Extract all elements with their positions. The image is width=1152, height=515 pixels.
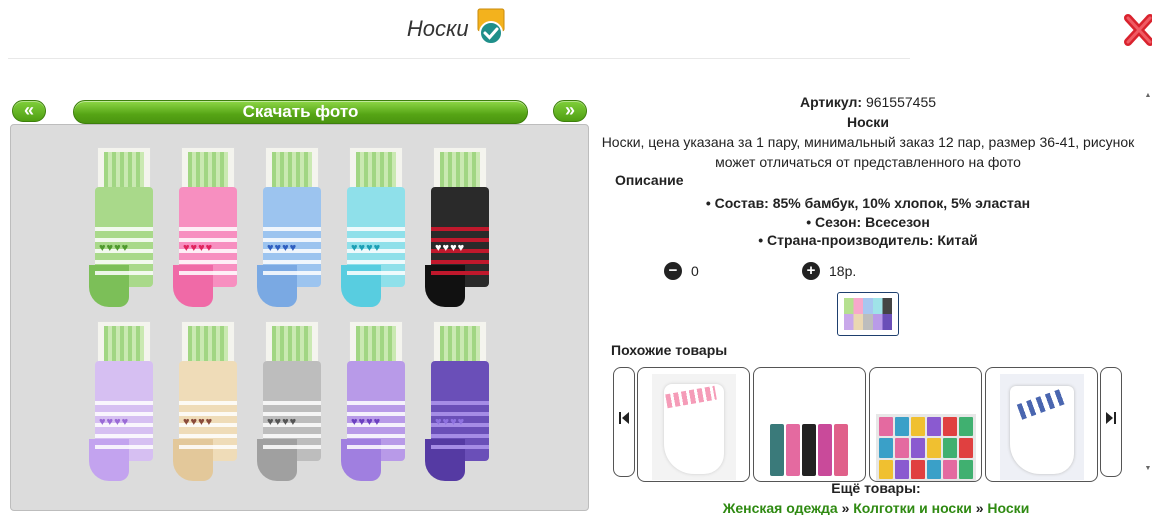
product-thumbnail: [876, 414, 976, 481]
similar-product-card[interactable]: [637, 367, 750, 482]
similar-product-card[interactable]: [869, 367, 982, 482]
sock-image: ♥♥♥♥: [173, 321, 243, 481]
breadcrumb-separator: »: [975, 500, 984, 515]
breadcrumb-link-womens-clothing[interactable]: Женская одежда: [723, 500, 838, 515]
page-title: Носки: [406, 16, 469, 41]
step-label: 18р.: [829, 263, 857, 279]
properties-list: • Состав: 85% бамбук, 10% хлопок, 5% эла…: [592, 194, 1144, 250]
verified-badge-icon: [477, 8, 505, 46]
title-divider: [8, 58, 910, 59]
product-thumbnail: [1000, 374, 1084, 480]
similar-product-card[interactable]: [985, 367, 1098, 482]
prev-photo-button[interactable]: «: [12, 100, 46, 122]
article-row: Артикул: 961557455: [592, 92, 1144, 112]
skip-forward-icon: [1106, 412, 1116, 427]
product-name: Носки: [847, 114, 889, 130]
scroll-up-icon[interactable]: ▲: [1144, 92, 1152, 100]
property-item: • Состав: 85% бамбук, 10% хлопок, 5% эла…: [705, 195, 1031, 211]
article-label: Артикул:: [799, 94, 863, 110]
sock-image: ♥♥♥♥: [89, 321, 159, 481]
sock-image: ♥♥♥♥: [257, 321, 327, 481]
product-photo[interactable]: ♥♥♥♥ ♥♥♥♥ ♥♥♥♥ ♥♥♥♥ ♥♥♥♥ ♥♥♥♥ ♥♥♥♥ ♥♥♥♥ …: [10, 124, 589, 511]
minus-icon[interactable]: −: [664, 262, 682, 280]
sock-image: ♥♥♥♥: [341, 147, 411, 307]
product-description: Носки, цена указана за 1 пару, минимальн…: [601, 134, 1135, 170]
photo-thumbnail[interactable]: [837, 292, 899, 336]
property-item: • Сезон: Всесезон: [806, 213, 930, 230]
scroll-down-icon[interactable]: ▼: [1144, 465, 1152, 473]
sock-image: ♥♥♥♥: [341, 321, 411, 481]
title-bar: Носки: [0, 8, 912, 48]
breadcrumb-link-socks[interactable]: Носки: [987, 500, 1029, 515]
property-item: • Страна-производитель: Китай: [758, 232, 978, 248]
breadcrumb: Женская одежда » Колготки и носки » Носк…: [592, 498, 1152, 515]
article-value: 961557455: [865, 94, 937, 110]
product-thumbnail: [652, 374, 736, 480]
sock-image: ♥♥♥♥: [425, 321, 495, 481]
plus-icon[interactable]: +: [802, 262, 820, 280]
close-button[interactable]: [1122, 12, 1152, 48]
more-products: Ещё товары: Женская одежда » Колготки и …: [592, 478, 1152, 515]
carousel-prev-button[interactable]: [613, 367, 635, 477]
quantity-value: 0: [691, 263, 699, 279]
breadcrumb-link-tights-socks[interactable]: Колготки и носки: [853, 500, 972, 515]
similar-product-card[interactable]: [753, 367, 866, 482]
download-photo-button[interactable]: Скачать фото: [73, 100, 528, 124]
next-photo-button[interactable]: »: [553, 100, 587, 122]
scrollbar[interactable]: ▲ ▼: [1144, 92, 1152, 477]
product-thumbnail: [768, 424, 854, 481]
more-heading: Ещё товары:: [831, 480, 921, 496]
similar-heading: Похожие товары: [611, 342, 728, 358]
breadcrumb-separator: »: [841, 500, 850, 515]
description-heading: Описание: [615, 172, 684, 188]
close-icon: [1124, 14, 1152, 46]
skip-back-icon: [619, 412, 629, 427]
sock-image: ♥♥♥♥: [89, 147, 159, 307]
sock-image: ♥♥♥♥: [257, 147, 327, 307]
product-info: Артикул: 961557455 Носки Носки, цена ука…: [592, 92, 1144, 172]
carousel-next-button[interactable]: [1100, 367, 1122, 477]
sock-image: ♥♥♥♥: [425, 147, 495, 307]
sock-image: ♥♥♥♥: [173, 147, 243, 307]
